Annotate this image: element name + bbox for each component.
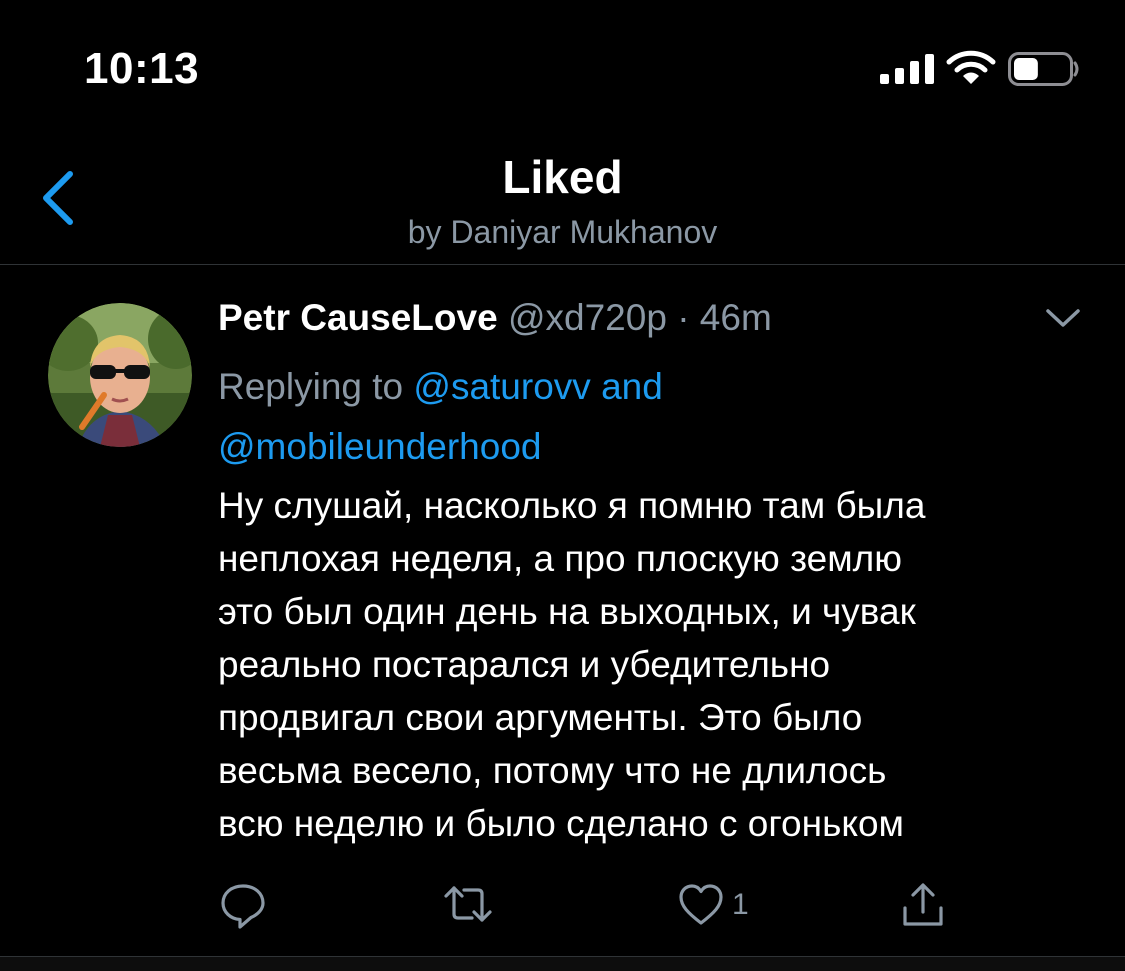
tweet[interactable]: Petr CauseLove @xd720p · 46m Replying to… <box>0 265 1125 955</box>
mention-joiner[interactable]: and <box>601 366 663 407</box>
tweet-age: 46m <box>699 297 772 338</box>
like-button[interactable]: 1 <box>676 877 749 933</box>
tweet-text-line: продвигал свои аргументы. Это было <box>218 697 863 738</box>
author-name[interactable]: Petr CauseLove <box>218 297 498 338</box>
status-bar: 10:13 <box>0 0 1125 140</box>
wifi-icon <box>946 50 996 84</box>
tweet-text-line: всю неделю и было сделано с огоньком <box>218 803 904 844</box>
page-header: Liked by Daniyar Mukhanov <box>0 140 1125 265</box>
reply-icon <box>221 884 265 929</box>
share-icon <box>903 883 943 926</box>
tweet-text-line: неплохая неделя, а про плоскую землю <box>218 538 902 579</box>
tweet-actions: 1 <box>218 877 1018 937</box>
chevron-down-icon <box>1046 309 1080 327</box>
next-tweet-edge <box>0 957 1125 971</box>
retweet-button[interactable] <box>440 877 496 933</box>
page-subtitle: by Daniyar Mukhanov <box>407 214 718 250</box>
replying-to: Replying to @saturovv and @mobileunderho… <box>218 357 1078 477</box>
tweet-text: Ну слушай, насколько я помню там была не… <box>218 479 1078 850</box>
battery-icon <box>1008 52 1079 86</box>
mention-mobileunderhood[interactable]: @mobileunderhood <box>218 426 542 467</box>
heart-icon <box>679 884 723 925</box>
like-count: 1 <box>732 888 749 921</box>
avatar[interactable] <box>48 303 192 447</box>
author-handle[interactable]: @xd720p <box>508 297 667 338</box>
tweet-header: Petr CauseLove @xd720p · 46m <box>218 297 772 339</box>
retweet-icon <box>444 886 492 922</box>
tweet-text-line: это был один день на выходных, и чувак <box>218 591 916 632</box>
tweet-text-line: весьма весело, потому что не длилось <box>218 750 887 791</box>
cellular-signal-icon <box>880 54 934 84</box>
tweet-menu-button[interactable] <box>1040 303 1086 333</box>
mention-saturovv[interactable]: @saturovv <box>413 366 590 407</box>
status-time: 10:13 <box>84 44 200 93</box>
replying-prefix: Replying to <box>218 366 404 407</box>
page-title: Liked <box>502 151 623 203</box>
reply-button[interactable] <box>218 877 268 933</box>
separator-dot: · <box>677 297 690 338</box>
tweet-text-line: реально постарался и убедительно <box>218 644 831 685</box>
tweet-text-line: Ну слушай, насколько я помню там была <box>218 485 926 526</box>
share-button[interactable] <box>898 877 948 933</box>
